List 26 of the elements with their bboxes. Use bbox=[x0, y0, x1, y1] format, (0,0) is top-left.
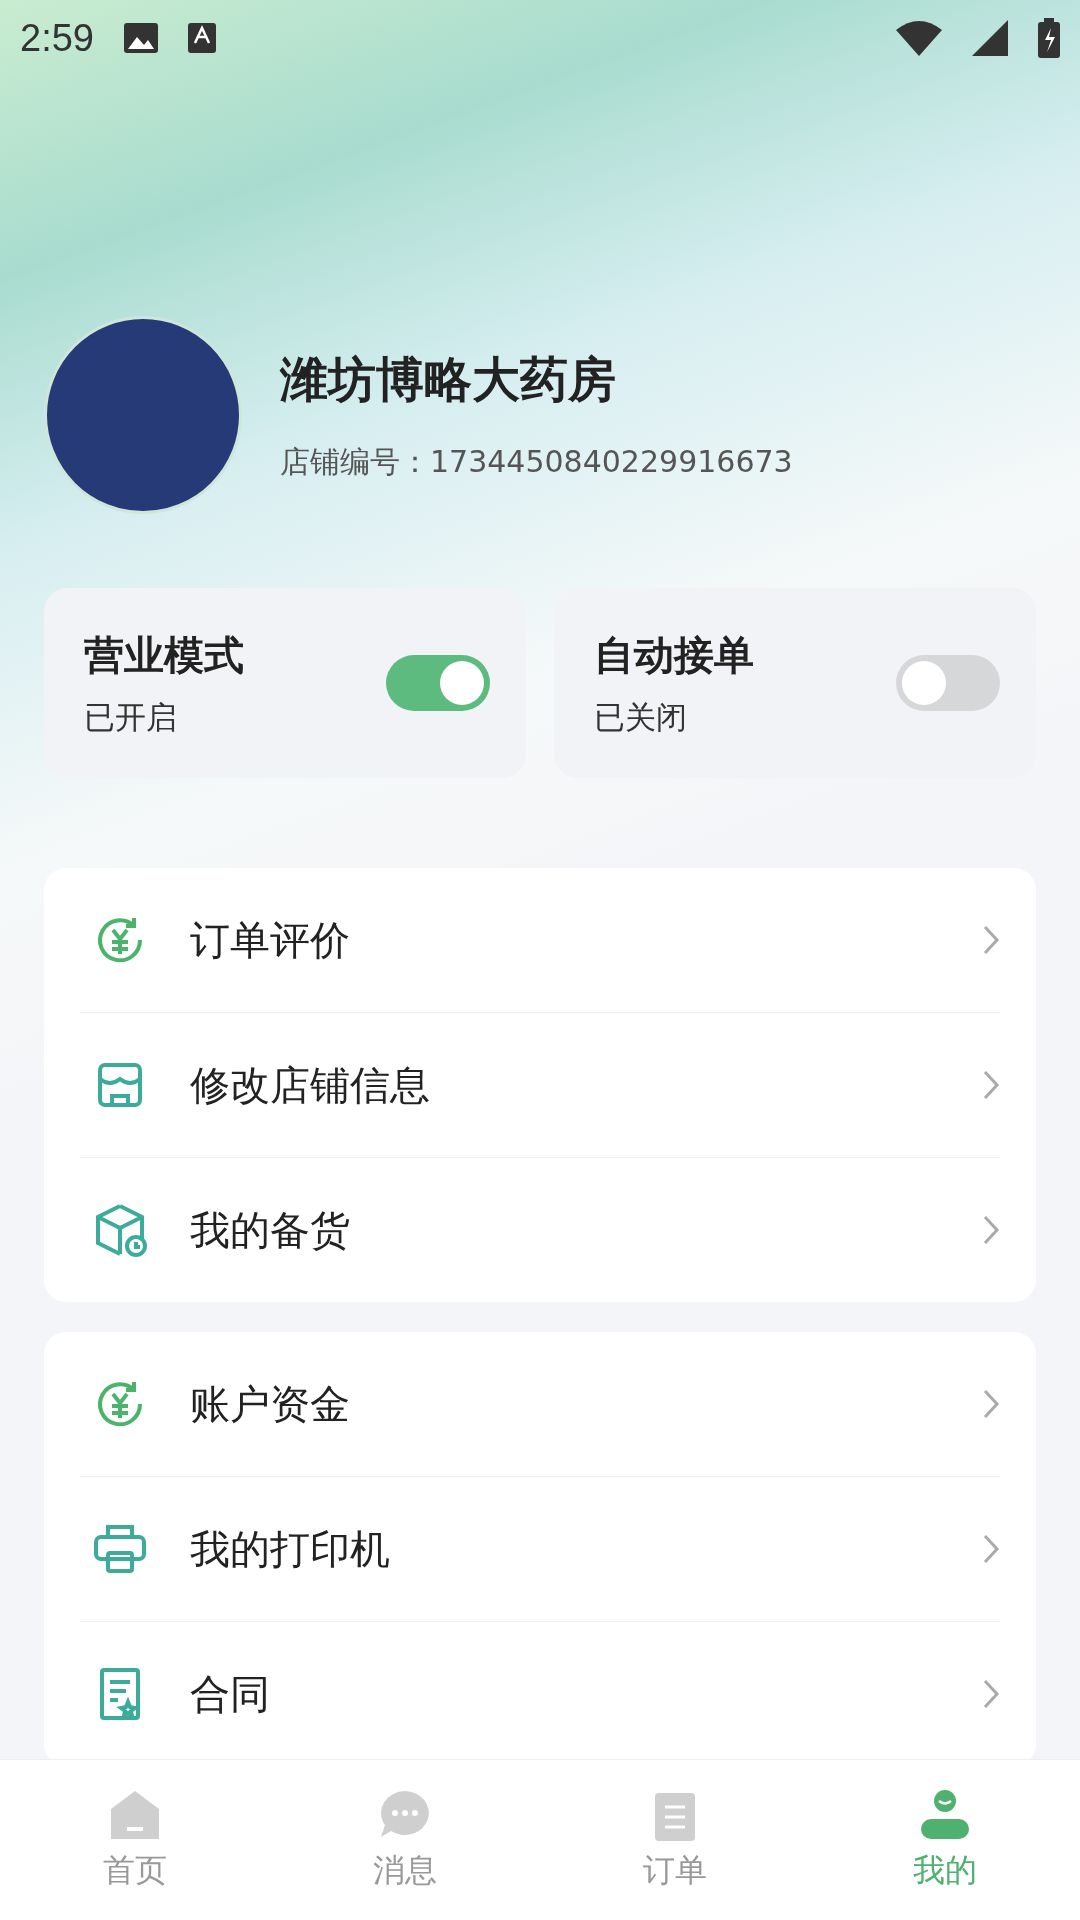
keyboard-a-icon bbox=[187, 23, 216, 53]
menu-item[interactable]: 账户资金 bbox=[190, 1376, 942, 1432]
status-time: 2:59 bbox=[20, 16, 94, 60]
chevron-right-icon bbox=[982, 1069, 1000, 1101]
chevron-right-icon bbox=[982, 1214, 1000, 1246]
menu-item[interactable]: 订单评价 bbox=[190, 912, 942, 968]
image-icon bbox=[123, 23, 158, 53]
toggle-title: 营业模式 bbox=[84, 630, 245, 680]
menu-item[interactable]: 合同 bbox=[190, 1666, 942, 1722]
signal-icon bbox=[972, 20, 1008, 56]
toggle-switch[interactable] bbox=[386, 655, 490, 711]
store-number: 店铺编号：1734450840229916673 bbox=[280, 442, 793, 481]
chevron-right-icon bbox=[982, 1388, 1000, 1420]
chevron-right-icon bbox=[982, 1533, 1000, 1565]
chevron-right-icon bbox=[982, 1678, 1000, 1710]
menu-item[interactable]: 我的备货 bbox=[190, 1202, 942, 1258]
battery-icon bbox=[1038, 18, 1060, 58]
wifi-icon bbox=[896, 20, 942, 56]
store-name: 潍坊博略大药房 bbox=[280, 349, 617, 409]
chevron-right-icon bbox=[982, 924, 1000, 956]
toggle-switch[interactable] bbox=[896, 655, 1000, 711]
menu-item[interactable]: 我的打印机 bbox=[190, 1521, 942, 1577]
toggle-title: 自动接单 bbox=[594, 630, 755, 680]
menu-item[interactable]: 修改店铺信息 bbox=[190, 1057, 942, 1113]
toggle-status: 已开启 bbox=[84, 697, 178, 737]
toggle-status: 已关闭 bbox=[594, 697, 688, 737]
